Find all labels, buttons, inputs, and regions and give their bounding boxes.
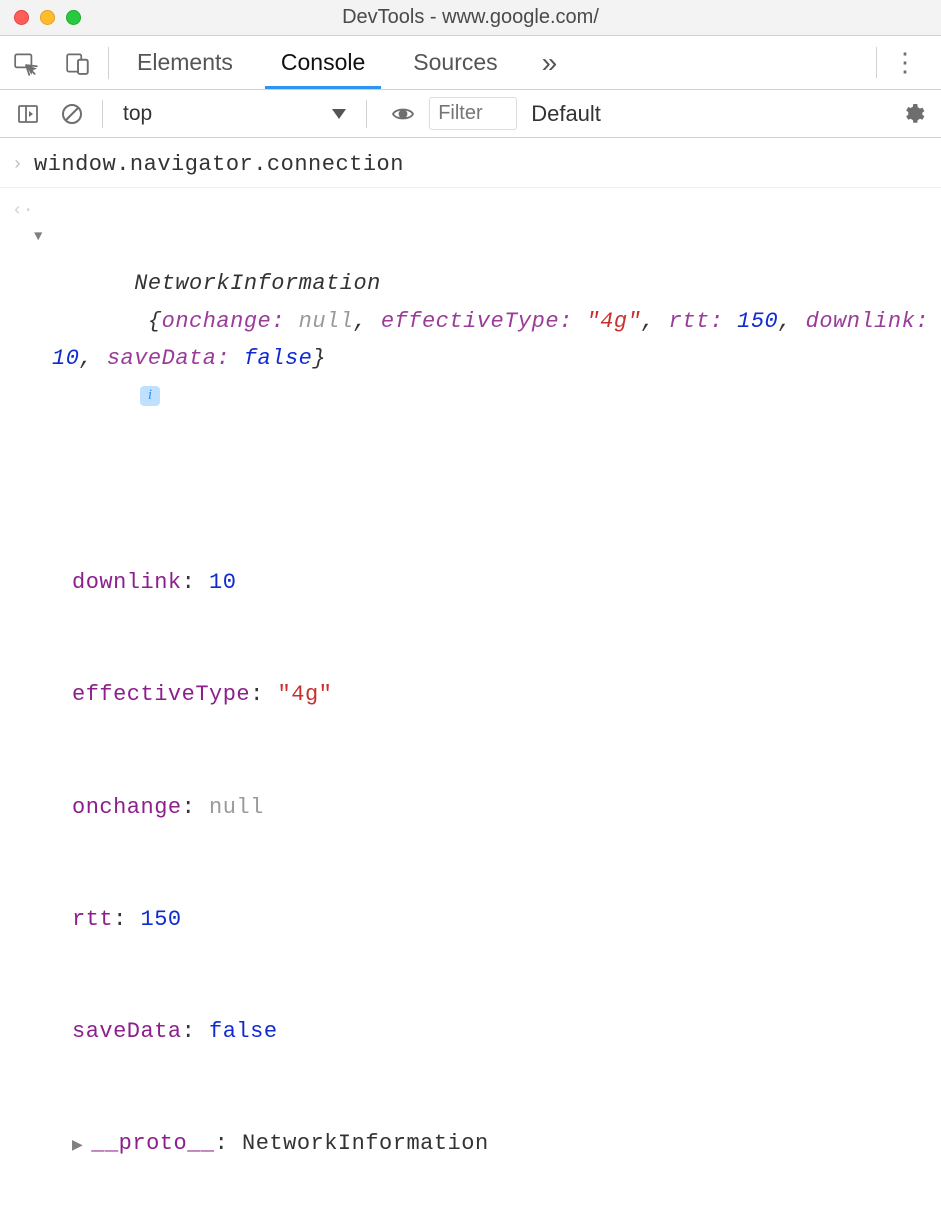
traffic-lights (14, 10, 81, 25)
chevron-down-icon (332, 109, 346, 119)
settings-gear-icon[interactable] (895, 96, 931, 132)
summary-key-savedata: saveData: (107, 346, 230, 371)
summary-key-effectivetype-b: e: (545, 309, 572, 334)
summary-key-downlink: downlink: (806, 309, 929, 334)
expand-object-icon[interactable]: ▼ (34, 226, 43, 250)
prop-effectivetype[interactable]: effectiveType: "4g" (52, 676, 929, 713)
summary-val-downlink: 10 (52, 346, 79, 371)
summary-val-onchange: null (299, 309, 354, 334)
devtools-tabbar: Elements Console Sources » ⋮ (0, 36, 941, 90)
expand-proto-icon[interactable]: ▶ (72, 1138, 83, 1154)
context-selector[interactable]: top (115, 100, 354, 128)
filter-input[interactable] (429, 97, 517, 130)
input-chevron-icon: › (12, 146, 34, 181)
clear-console-icon[interactable] (54, 96, 90, 132)
sep: , (778, 309, 805, 334)
separator (102, 100, 103, 128)
console-input-code[interactable]: window.navigator.connection (34, 146, 929, 183)
separator (876, 47, 877, 78)
tab-sources[interactable]: Sources (389, 36, 521, 89)
minimize-window-button[interactable] (40, 10, 55, 25)
summary-key-effectivetype-a: effectiveTyp (381, 309, 545, 334)
window-title: DevTools - www.google.com/ (0, 6, 941, 29)
close-window-button[interactable] (14, 10, 29, 25)
live-expression-icon[interactable] (385, 96, 421, 132)
sep: , (641, 309, 668, 334)
prop-proto[interactable]: ▶__proto__: NetworkInformation (52, 1125, 929, 1162)
console-output: › window.navigator.connection ‹· ▼ Netwo… (0, 138, 941, 1230)
object-properties: downlink: 10 effectiveType: "4g" onchang… (52, 490, 929, 1230)
console-input-row: › window.navigator.connection (0, 144, 941, 188)
prop-onchange[interactable]: onchange: null (52, 789, 929, 826)
summary-val-rtt: 150 (737, 309, 778, 334)
prop-rtt[interactable]: rtt: 150 (52, 901, 929, 938)
console-output-row: ‹· ▼ NetworkInformation {onchange: null,… (0, 188, 941, 1230)
window-titlebar: DevTools - www.google.com/ (0, 0, 941, 36)
object-type-name: NetworkInformation (134, 271, 381, 296)
toggle-sidebar-icon[interactable] (10, 96, 46, 132)
context-label: top (123, 102, 152, 126)
tab-elements[interactable]: Elements (113, 36, 257, 89)
sep: , (353, 309, 380, 334)
summary-val-savedata: false (244, 346, 313, 371)
summary-key-onchange: onchange: (162, 309, 285, 334)
maximize-window-button[interactable] (66, 10, 81, 25)
console-output-object[interactable]: ▼ NetworkInformation {onchange: null, ef… (34, 190, 929, 1230)
more-options-icon[interactable]: ⋮ (885, 36, 925, 89)
toggle-device-icon[interactable] (52, 36, 104, 89)
separator (366, 100, 367, 128)
tabs-overflow-button[interactable]: » (522, 47, 580, 79)
console-toolbar: top Default (0, 90, 941, 138)
brace-close: } (312, 346, 326, 371)
summary-val-effectivetype: "4g" (586, 309, 641, 334)
sep: , (79, 346, 106, 371)
summary-key-rtt: rtt: (669, 309, 724, 334)
output-return-icon: ‹· (12, 190, 34, 227)
prop-downlink[interactable]: downlink: 10 (52, 564, 929, 601)
brace-open: { (148, 309, 162, 334)
inspect-element-icon[interactable] (0, 36, 52, 89)
separator (108, 47, 109, 79)
log-level-selector[interactable]: Default (525, 101, 607, 127)
info-icon[interactable]: i (140, 386, 160, 406)
prop-savedata[interactable]: saveData: false (52, 1013, 929, 1050)
tab-console[interactable]: Console (257, 36, 389, 89)
